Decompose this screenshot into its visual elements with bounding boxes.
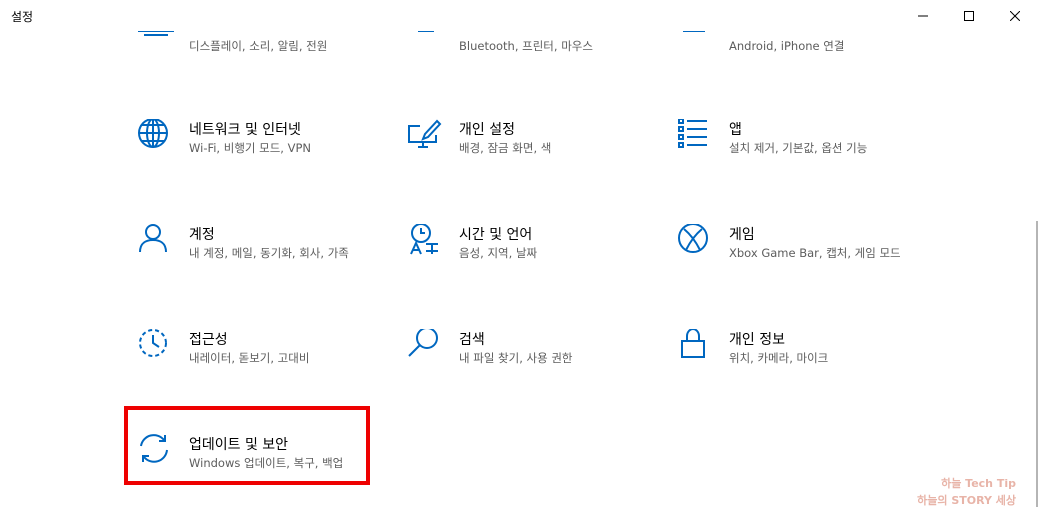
monitor-icon xyxy=(136,31,176,57)
category-name: 네트워크 및 인터넷 xyxy=(189,122,301,138)
ease-of-access-icon xyxy=(136,329,176,369)
category-name: 업데이트 및 보안 xyxy=(189,437,289,453)
globe-icon xyxy=(136,119,176,159)
category-name: 앱 xyxy=(729,122,742,138)
watermark-line2: 하늘의 STORY 세상 xyxy=(917,494,1016,507)
category-devices[interactable]: Bluetooth, 프린터, 마우스 xyxy=(406,31,656,87)
category-description: 음성, 지역, 날짜 xyxy=(459,246,538,260)
category-name: 접근성 xyxy=(189,332,228,348)
app-list-icon xyxy=(676,119,716,159)
category-description: Android, iPhone 연결 xyxy=(729,39,845,53)
category-ease-of-access[interactable]: 접근성 내레이터, 돋보기, 고대비 xyxy=(136,329,386,399)
maximize-icon xyxy=(964,10,974,21)
category-description: Windows 업데이트, 복구, 백업 xyxy=(189,456,344,470)
category-description: 디스플레이, 소리, 알림, 전원 xyxy=(189,39,328,53)
clock-language-icon xyxy=(406,224,446,264)
category-search[interactable]: 검색 내 파일 찾기, 사용 권한 xyxy=(406,329,656,399)
search-icon xyxy=(406,329,446,369)
category-description: 내레이터, 돋보기, 고대비 xyxy=(189,351,310,365)
category-description: Wi-Fi, 비행기 모드, VPN xyxy=(189,141,312,155)
watermark-line1: 하늘 Tech Tip xyxy=(941,477,1016,490)
category-privacy[interactable]: 개인 정보 위치, 카메라, 마이크 xyxy=(676,329,926,399)
close-button[interactable] xyxy=(992,0,1038,31)
keyboard-icon xyxy=(406,31,446,57)
category-name: 시간 및 언어 xyxy=(459,227,533,243)
title-bar[interactable]: 설정 xyxy=(0,0,1038,31)
category-description: Bluetooth, 프린터, 마우스 xyxy=(459,39,593,53)
sync-arrows-icon xyxy=(136,434,176,474)
category-personalization[interactable]: 개인 설정 배경, 잠금 화면, 색 xyxy=(406,119,656,189)
category-accounts[interactable]: 계정 내 계정, 메일, 동기화, 회사, 가족 xyxy=(136,224,386,294)
category-update-security[interactable]: 업데이트 및 보안 Windows 업데이트, 복구, 백업 xyxy=(136,434,386,504)
category-description: 설치 제거, 기본값, 옵션 기능 xyxy=(729,141,868,155)
xbox-icon xyxy=(676,224,716,264)
category-name: 검색 xyxy=(459,332,485,348)
window-title: 설정 xyxy=(11,10,34,24)
settings-grid: 디스플레이, 소리, 알림, 전원 Bluetooth, 프린터, 마우스 An… xyxy=(0,31,1038,519)
paint-brush-monitor-icon xyxy=(406,119,446,159)
category-description: 배경, 잠금 화면, 색 xyxy=(459,141,552,155)
lock-icon xyxy=(676,329,716,369)
phone-icon xyxy=(676,31,716,57)
category-gaming[interactable]: 게임 Xbox Game Bar, 캡처, 게임 모드 xyxy=(676,224,926,294)
category-name: 개인 정보 xyxy=(729,332,785,348)
category-description: 내 파일 찾기, 사용 권한 xyxy=(459,351,573,365)
category-name: 게임 xyxy=(729,227,755,243)
close-icon xyxy=(1010,10,1020,21)
category-name: 계정 xyxy=(189,227,215,243)
minimize-icon xyxy=(918,15,928,16)
watermark: 하늘 Tech Tip 하늘의 STORY 세상 xyxy=(917,475,1016,509)
category-system[interactable]: 디스플레이, 소리, 알림, 전원 xyxy=(136,31,386,87)
category-time-language[interactable]: 시간 및 언어 음성, 지역, 날짜 xyxy=(406,224,656,294)
person-icon xyxy=(136,224,176,264)
category-network[interactable]: 네트워크 및 인터넷 Wi-Fi, 비행기 모드, VPN xyxy=(136,119,386,189)
category-description: Xbox Game Bar, 캡처, 게임 모드 xyxy=(729,246,901,260)
category-apps[interactable]: 앱 설치 제거, 기본값, 옵션 기능 xyxy=(676,119,926,189)
category-name: 개인 설정 xyxy=(459,122,515,138)
category-description: 내 계정, 메일, 동기화, 회사, 가족 xyxy=(189,246,349,260)
category-description: 위치, 카메라, 마이크 xyxy=(729,351,829,365)
minimize-button[interactable] xyxy=(900,0,946,31)
category-phone[interactable]: Android, iPhone 연결 xyxy=(676,31,926,87)
maximize-button[interactable] xyxy=(946,0,992,31)
